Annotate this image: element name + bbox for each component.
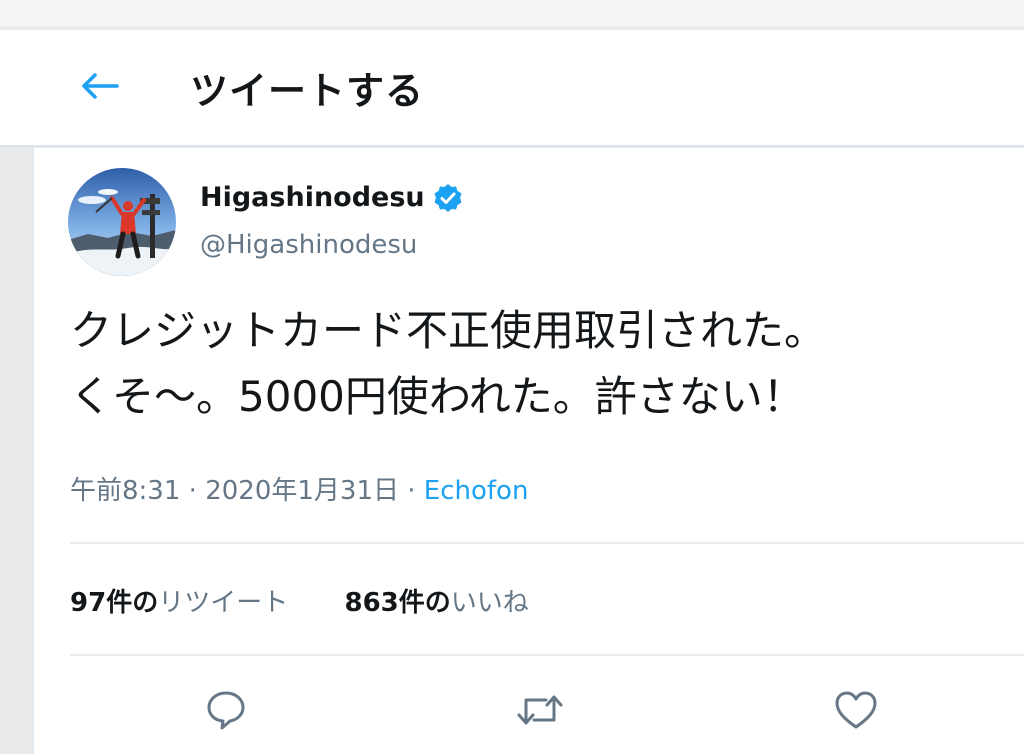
divider (70, 654, 1024, 656)
user-handle[interactable]: @Higashinodesu (200, 230, 417, 260)
like-button[interactable] (832, 686, 880, 734)
status-bar (0, 0, 1024, 26)
tweet-meta: 午前8:31 · 2020年1月31日 · Echofon (70, 470, 528, 507)
tweet-text-line: クレジットカード不正使用取引された。 (70, 306, 827, 355)
retweets-label-prefix: 件の (106, 588, 159, 618)
reply-button[interactable] (202, 686, 250, 734)
divider (70, 542, 1024, 544)
likes-label-prefix: 件の (398, 588, 451, 618)
meta-separator: · (188, 476, 206, 506)
tweet-detail: Higashinodesu @Higashinodesu クレジットカード不正使… (32, 148, 1024, 754)
verified-badge-icon (433, 183, 463, 213)
retweet-icon (517, 695, 563, 725)
tweet-text: クレジットカード不正使用取引された。 くそ〜。5000円使われた。許さない！ (70, 298, 1010, 430)
back-button[interactable] (78, 68, 120, 104)
retweets-stat[interactable]: 97件のリツイート (70, 588, 288, 618)
likes-stat[interactable]: 863件のいいね (344, 588, 528, 618)
reply-icon (207, 691, 245, 730)
arrow-left-icon (82, 73, 119, 99)
likes-count: 863 (344, 588, 399, 618)
retweets-count: 97 (70, 588, 107, 618)
retweet-button[interactable] (516, 686, 564, 734)
tweet-source-link[interactable]: Echofon (424, 476, 529, 506)
tweet-stats: 97件のリツイート 863件のいいね (70, 582, 529, 619)
likes-label: いいね (450, 588, 529, 618)
retweets-label: リツイート (158, 588, 289, 618)
avatar[interactable] (68, 168, 176, 276)
tweet-date: 2020年1月31日 (205, 476, 399, 506)
display-name-text: Higashinodesu (200, 182, 425, 213)
profile-photo (68, 168, 176, 276)
tweet-time: 午前8:31 (70, 476, 181, 506)
display-name[interactable]: Higashinodesu (200, 182, 463, 213)
tweet-text-line: くそ〜。5000円使われた。許さない！ (70, 372, 805, 421)
meta-separator: · (407, 476, 424, 506)
page-title: ツイートする (190, 69, 425, 113)
header-bar: ツイートする (0, 30, 1024, 147)
like-icon (835, 691, 877, 729)
